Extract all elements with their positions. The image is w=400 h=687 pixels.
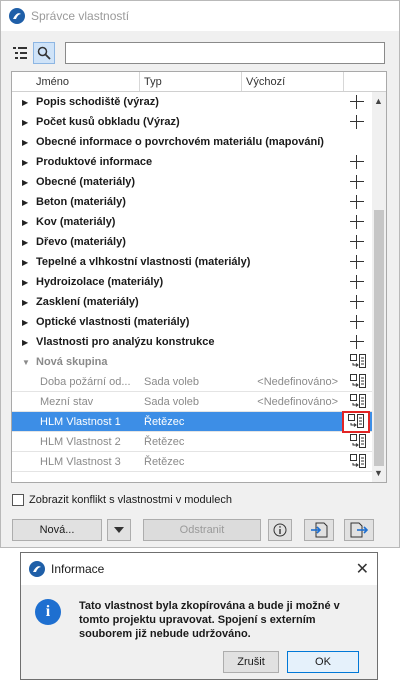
chevron-down-icon	[114, 527, 124, 533]
expand-arrow-icon[interactable]: ▶	[22, 98, 32, 107]
column-header-default[interactable]: Výchozí	[242, 72, 344, 91]
scrollbar-thumb[interactable]	[374, 210, 384, 466]
property-table: Jméno Typ Výchozí ▶ Popis schodiště (výra…	[11, 71, 387, 483]
search-input[interactable]	[65, 42, 385, 64]
scroll-up-icon[interactable]: ▲	[374, 96, 383, 106]
group-row[interactable]: ▶ Kov (materiály)	[12, 212, 372, 232]
linked-property-icon[interactable]	[350, 434, 366, 450]
expand-arrow-icon[interactable]: ▶	[22, 278, 32, 287]
expand-arrow-icon[interactable]: ▶	[22, 318, 32, 327]
dialog-title: Informace	[51, 562, 105, 576]
add-property-icon[interactable]	[350, 195, 364, 209]
column-header-type[interactable]: Typ	[140, 72, 242, 91]
table-rows: ▶ Popis schodiště (výraz) ▶ Počet kusů obk…	[12, 92, 372, 472]
group-row[interactable]: ▶ Hydroizolace (materiály)	[12, 272, 372, 292]
scroll-down-icon[interactable]: ▼	[374, 468, 383, 478]
toolbar	[9, 41, 385, 65]
import-icon	[311, 522, 328, 538]
cancel-button[interactable]: Zrušit	[223, 651, 279, 673]
group-row[interactable]: ▶ Počet kusů obkladu (Výraz)	[12, 112, 372, 132]
property-row[interactable]: Doba požární od... Sada voleb <Nedefinov…	[12, 372, 372, 392]
linked-property-icon[interactable]	[350, 374, 366, 390]
info-icon	[273, 523, 287, 537]
expand-arrow-icon[interactable]: ▶	[22, 198, 32, 207]
add-property-icon[interactable]	[350, 215, 364, 229]
tree-view-icon[interactable]	[9, 42, 31, 64]
linked-property-icon[interactable]	[350, 454, 366, 470]
information-dialog: Informace ✕ i Tato vlastnost byla zkopír…	[20, 552, 378, 680]
dialog-message: Tato vlastnost byla zkopírována a bude j…	[79, 600, 340, 640]
group-row[interactable]: ▶ Zasklení (materiály)	[12, 292, 372, 312]
add-property-icon[interactable]	[350, 335, 364, 349]
vertical-scrollbar[interactable]: ▲ ▼	[372, 92, 386, 482]
table-header: Jméno Typ Výchozí	[12, 72, 386, 92]
expand-arrow-icon[interactable]: ▶	[22, 178, 32, 187]
add-property-icon[interactable]	[350, 155, 364, 169]
remove-button[interactable]: Odstranit	[143, 519, 261, 541]
export-button[interactable]	[344, 519, 374, 541]
expand-arrow-icon[interactable]: ▶	[22, 158, 32, 167]
new-button[interactable]: Nová...	[12, 519, 102, 541]
linked-property-icon[interactable]	[350, 354, 366, 370]
group-row[interactable]: ▶ Obecné (materiály)	[12, 172, 372, 192]
add-property-icon[interactable]	[350, 175, 364, 189]
unlink-property-button[interactable]	[342, 411, 370, 433]
group-row[interactable]: ▶ Optické vlastnosti (materiály)	[12, 312, 372, 332]
group-row[interactable]: ▶ Obecné informace o povrchovém materiálu…	[12, 132, 372, 152]
add-property-icon[interactable]	[350, 275, 364, 289]
close-icon[interactable]: ✕	[356, 559, 369, 579]
expand-arrow-icon[interactable]: ▶	[22, 118, 32, 127]
add-property-icon[interactable]	[350, 295, 364, 309]
show-conflicts-checkbox[interactable]: Zobrazit konflikt s vlastnostmi v module…	[12, 494, 232, 506]
dialog-title-bar: Informace	[21, 553, 377, 585]
search-icon[interactable]	[33, 42, 55, 64]
app-logo-icon	[29, 561, 45, 577]
app-logo-icon	[9, 8, 25, 24]
add-property-icon[interactable]	[350, 315, 364, 329]
new-group-row[interactable]: ▼ Nová skupina	[12, 352, 372, 372]
ok-button[interactable]: OK	[287, 651, 359, 673]
expand-arrow-icon[interactable]: ▶	[22, 298, 32, 307]
checkbox[interactable]	[12, 494, 24, 506]
add-property-icon[interactable]	[350, 95, 364, 109]
info-button[interactable]	[268, 519, 292, 541]
expand-arrow-icon[interactable]: ▶	[22, 338, 32, 347]
property-row[interactable]: HLM Vlastnost 3 Řetězec	[12, 452, 372, 472]
expand-arrow-icon[interactable]: ▶	[22, 138, 32, 147]
dialog-body: i Tato vlastnost byla zkopírována a bude…	[21, 585, 377, 679]
group-row[interactable]: ▶ Tepelné a vlhkostní vlastnosti (materiá…	[12, 252, 372, 272]
group-row[interactable]: ▶ Vlastnosti pro analýzu konstrukce	[12, 332, 372, 352]
information-icon: i	[35, 599, 61, 625]
expand-arrow-icon[interactable]: ▶	[22, 218, 32, 227]
property-row[interactable]: Mezní stav Sada voleb <Nedefinováno>	[12, 392, 372, 412]
property-row-selected[interactable]: HLM Vlastnost 1 Řetězec	[12, 411, 372, 433]
add-property-icon[interactable]	[350, 115, 364, 129]
expand-arrow-icon[interactable]: ▶	[22, 258, 32, 267]
new-dropdown-button[interactable]	[107, 519, 131, 541]
group-row[interactable]: ▶ Dřevo (materiály)	[12, 232, 372, 252]
linked-property-icon[interactable]	[350, 394, 366, 410]
add-property-icon[interactable]	[350, 255, 364, 269]
property-manager-window: Správce vlastností Jméno Typ Výchozí ▶ Po…	[0, 0, 400, 548]
group-row[interactable]: ▶ Popis schodiště (výraz)	[12, 92, 372, 112]
group-row[interactable]: ▶ Produktové informace	[12, 152, 372, 172]
title-bar: Správce vlastností	[1, 1, 399, 31]
column-header-name[interactable]: Jméno	[12, 72, 140, 91]
group-row[interactable]: ▶ Beton (materiály)	[12, 192, 372, 212]
column-header-actions	[344, 72, 370, 91]
import-button[interactable]	[304, 519, 334, 541]
export-icon	[350, 522, 368, 538]
add-property-icon[interactable]	[350, 235, 364, 249]
expand-arrow-icon[interactable]: ▶	[22, 238, 32, 247]
property-row[interactable]: HLM Vlastnost 2 Řetězec	[12, 432, 372, 452]
window-title: Správce vlastností	[31, 9, 130, 23]
collapse-arrow-icon[interactable]: ▼	[22, 358, 32, 367]
